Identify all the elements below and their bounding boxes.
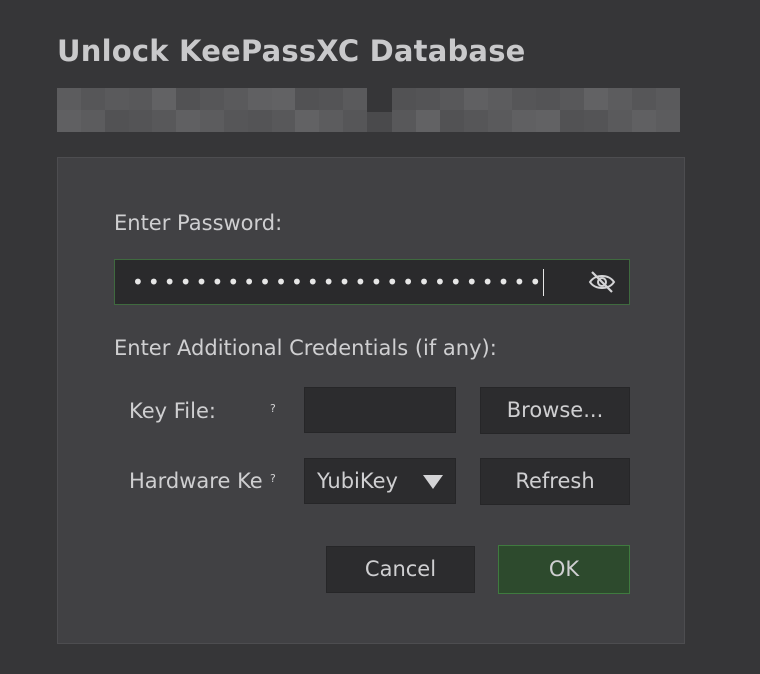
redaction-pixel xyxy=(440,110,464,132)
redaction-pixel xyxy=(247,88,272,110)
redacted-separator xyxy=(367,112,392,132)
hardware-key-label-text: Hardware Key: xyxy=(129,469,262,493)
hardware-key-selected: YubiKey xyxy=(317,469,398,493)
redaction-pixel xyxy=(560,110,584,132)
redaction-pixel xyxy=(128,110,153,132)
browse-button[interactable]: Browse... xyxy=(480,387,630,434)
redaction-pixel xyxy=(200,110,224,132)
redacted-database-path xyxy=(57,88,367,132)
redaction-pixel xyxy=(512,110,536,132)
redaction-pixel xyxy=(176,110,201,132)
redacted-database-path-continued xyxy=(392,88,680,132)
key-file-input[interactable] xyxy=(304,387,456,433)
redaction-pixel xyxy=(416,110,440,132)
ok-button-label: OK xyxy=(548,557,580,581)
redaction-pixel xyxy=(152,88,177,110)
redaction-pixel xyxy=(632,88,656,110)
redaction-pixel xyxy=(440,88,464,110)
redaction-pixel xyxy=(57,110,81,132)
redaction-pixel xyxy=(392,88,416,110)
redaction-pixel xyxy=(80,88,105,110)
redaction-pixel xyxy=(392,110,416,132)
password-value[interactable]: •••••••••••••••••••••••••• xyxy=(132,260,545,304)
redaction-pixel xyxy=(104,88,129,110)
redaction-pixel xyxy=(464,88,488,110)
text-caret xyxy=(543,269,544,296)
redaction-pixel xyxy=(152,110,177,132)
key-file-label: Key File: xyxy=(129,399,216,423)
redaction-pixel xyxy=(295,88,320,110)
ok-button[interactable]: OK xyxy=(498,545,630,594)
dialog-title: Unlock KeePassXC Database xyxy=(57,34,526,68)
redaction-pixel xyxy=(584,110,608,132)
password-field[interactable]: •••••••••••••••••••••••••• xyxy=(114,259,630,305)
eye-off-icon[interactable] xyxy=(587,268,617,296)
redaction-pixel xyxy=(223,110,248,132)
redaction-pixel xyxy=(536,110,560,132)
hardware-key-help-icon[interactable]: ? xyxy=(270,472,276,485)
redaction-pixel xyxy=(57,88,81,110)
hardware-key-combobox[interactable]: YubiKey xyxy=(304,458,456,504)
redaction-pixel xyxy=(656,110,680,132)
redaction-pixel xyxy=(200,88,224,110)
redaction-pixel xyxy=(271,88,296,110)
redaction-pixel xyxy=(223,88,248,110)
refresh-button-label: Refresh xyxy=(515,469,595,493)
redaction-pixel xyxy=(271,110,296,132)
additional-credentials-label: Enter Additional Credentials (if any): xyxy=(114,336,497,360)
refresh-button[interactable]: Refresh xyxy=(480,458,630,505)
redaction-pixel xyxy=(343,88,367,110)
redaction-pixel xyxy=(464,110,488,132)
redaction-pixel xyxy=(104,110,129,132)
redaction-pixel xyxy=(295,110,320,132)
hardware-key-label: Hardware Key: xyxy=(129,469,262,493)
redaction-pixel xyxy=(488,88,512,110)
redaction-pixel xyxy=(608,88,632,110)
browse-button-label: Browse... xyxy=(506,398,604,422)
redaction-pixel xyxy=(343,110,367,132)
redaction-pixel xyxy=(584,88,608,110)
chevron-down-icon xyxy=(423,475,443,489)
redaction-pixel xyxy=(247,110,272,132)
redaction-pixel xyxy=(536,88,560,110)
redaction-pixel xyxy=(80,110,105,132)
redaction-pixel xyxy=(608,110,632,132)
redaction-pixel xyxy=(176,88,201,110)
redaction-pixel xyxy=(128,88,153,110)
cancel-button[interactable]: Cancel xyxy=(326,546,475,593)
redaction-pixel xyxy=(632,110,656,132)
redaction-pixel xyxy=(512,88,536,110)
redaction-pixel xyxy=(656,88,680,110)
key-file-help-icon[interactable]: ? xyxy=(270,402,276,415)
cancel-button-label: Cancel xyxy=(364,557,437,581)
redaction-pixel xyxy=(488,110,512,132)
password-label: Enter Password: xyxy=(114,211,283,235)
redaction-pixel xyxy=(319,110,344,132)
redaction-pixel xyxy=(319,88,344,110)
redaction-pixel xyxy=(560,88,584,110)
redaction-pixel xyxy=(416,88,440,110)
